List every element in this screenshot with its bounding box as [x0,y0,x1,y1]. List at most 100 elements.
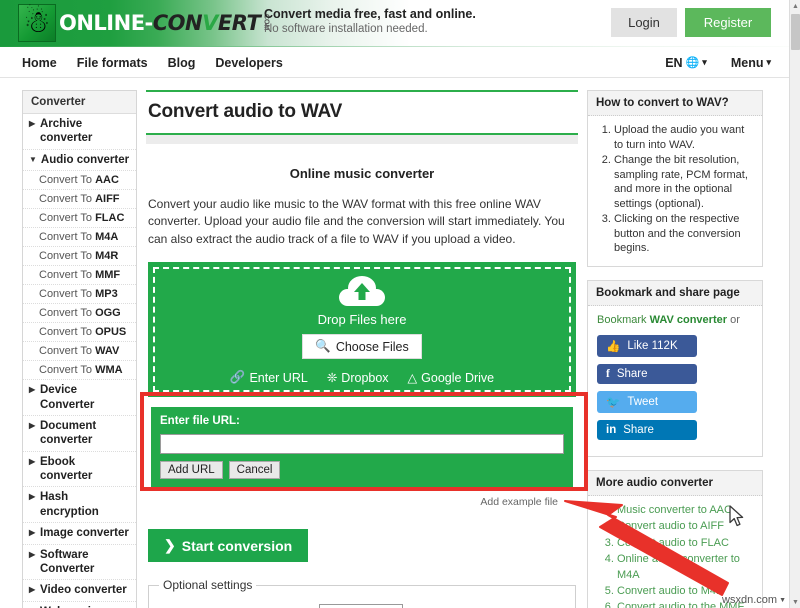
sidebar-item-image-converter[interactable]: ▶ Image converter [23,523,136,545]
chevron-right-icon: ▶ [29,420,36,430]
facebook-like-button[interactable]: 👍 Like 112K [597,334,697,357]
dropbox-link[interactable]: ❊ Dropbox [327,370,389,386]
page-scrollbar[interactable]: ▲ ▼ [789,0,800,608]
sidebar-subitem-aac[interactable]: Convert To AAC [23,171,136,191]
sidebar-item-label: Hash encryption [40,491,99,518]
sidebar-item-software-converter[interactable]: ▶ Software Converter [23,545,136,581]
facebook-icon: f [606,367,610,380]
main-column: Convert audio to WAV Online music conver… [146,90,578,608]
watermark: wsxdn.com ▼ [722,594,786,606]
scroll-up-arrow-icon[interactable]: ▲ [790,0,800,12]
subitem-prefix: Convert To [39,345,96,358]
tagline-primary: Convert media free, fast and online. [264,7,476,21]
sidebar-item-hash-encryption[interactable]: ▶ Hash encryption [23,487,136,524]
choose-files-label: Choose Files [335,339,409,354]
sidebar-item-webservice-converter[interactable]: ▶ Webservice converter [23,602,136,608]
sidebar-item-device-converter[interactable]: ▶ Device Converter [23,380,136,416]
sidebar-item-video-converter[interactable]: ▶ Video converter [23,580,136,602]
chevron-down-icon: ▼ [779,596,786,604]
sidebar-item-label: Image converter [40,527,129,540]
subitem-prefix: Convert To [39,231,96,244]
google-drive-link[interactable]: △ Google Drive [407,370,495,386]
chevron-right-icon: ▶ [29,456,36,466]
sidebar-subitem-wma[interactable]: Convert To WMA [23,361,136,381]
list-item[interactable]: Music converter to AAC [617,503,753,518]
list-item[interactable]: Online audio converter to M4A [617,552,753,583]
subitem-prefix: Convert To [39,326,96,339]
register-button[interactable]: Register [685,8,771,37]
sidebar-subitem-flac[interactable]: Convert To FLAC [23,209,136,229]
linkedin-icon: in [606,423,617,436]
bookmark-line: Bookmark WAV converter or [597,313,753,327]
cancel-button[interactable]: Cancel [228,461,281,480]
sidebar-subitem-wav[interactable]: Convert To WAV [23,342,136,362]
site-logo[interactable]: ☃ ONLINE- CON V ERT .COM [18,3,269,43]
choose-files-button[interactable]: 🔍 Choose Files [302,334,422,360]
scrollbar-thumb[interactable] [791,14,800,50]
howto-step: Clicking on the respective button and th… [614,212,753,256]
language-selector[interactable]: EN 🌐 ▾ [665,56,707,70]
linkedin-share-button[interactable]: in Share [597,419,697,440]
main-navigation: Home File formats Blog Developers EN 🌐 ▾… [0,47,789,78]
enter-url-form: Enter file URL: Add URL Cancel [148,404,576,492]
howto-body: Upload the audio you want to turn into W… [588,116,762,266]
language-label: EN [665,55,683,70]
sidebar-item-document-converter[interactable]: ▶ Document converter [23,416,136,452]
nav-item-file-formats[interactable]: File formats [77,56,148,70]
sidebar-subitem-mmf[interactable]: Convert To MMF [23,266,136,286]
sidebar-subitem-ogg[interactable]: Convert To OGG [23,304,136,324]
file-url-input[interactable] [160,434,564,455]
sidebar-subitem-opus[interactable]: Convert To OPUS [23,323,136,343]
list-item[interactable]: Convert audio to FLAC [617,536,753,551]
subitem-prefix: Convert To [39,212,96,225]
nav-item-home[interactable]: Home [22,56,57,70]
sidebar-subitem-mp3[interactable]: Convert To MP3 [23,285,136,305]
nav-item-developers[interactable]: Developers [215,56,282,70]
enter-url-link[interactable]: 🔗 Enter URL [230,370,308,385]
subitem-format: MP3 [95,288,118,301]
chevron-down-icon: ▾ [702,57,707,67]
login-button[interactable]: Login [611,8,677,37]
page-subtitle: Online music converter [289,166,435,181]
add-url-button[interactable]: Add URL [160,461,223,480]
person-icon: ☃ [23,6,51,39]
logo-text-v: V [202,11,218,35]
scroll-down-arrow-icon[interactable]: ▼ [790,596,800,608]
add-example-file-link[interactable]: Add example file [146,496,578,508]
subitem-format: M4R [95,250,119,263]
nav-item-blog[interactable]: Blog [168,56,196,70]
page-description: Convert your audio like music to the WAV… [148,197,565,246]
sidebar-item-audio-converter[interactable]: ▼ Audio converter [23,150,136,172]
bit-resolution-select[interactable]: no change ▼ [319,604,403,608]
sidebar-item-archive-converter[interactable]: ▶ Archive converter [23,114,136,150]
chevron-down-icon: ▾ [766,57,771,67]
subitem-format: OPUS [95,326,127,339]
chevron-right-icon: ▶ [29,385,36,395]
menu-button[interactable]: Menu ▾ [731,56,771,70]
subitem-prefix: Convert To [39,174,96,187]
subitem-prefix: Convert To [39,193,96,206]
menu-label: Menu [730,55,764,70]
chevron-right-icon: ▶ [29,119,36,128]
list-item[interactable]: Convert audio to AIFF [617,519,753,534]
start-conversion-button[interactable]: ❯ Start conversion [148,529,309,563]
howto-steps: Upload the audio you want to turn into W… [597,123,753,256]
bookmark-link[interactable]: WAV converter [650,314,727,326]
sidebar-subitem-aiff[interactable]: Convert To AIFF [23,190,136,210]
file-dropzone[interactable]: Drop Files here 🔍 Choose Files 🔗 Enter U… [148,262,576,398]
chevron-right-icon: ▶ [29,528,36,538]
linkedin-label: Share [623,423,654,436]
subitem-format: WMA [95,364,123,377]
optional-settings-legend: Optional settings [163,578,253,593]
facebook-share-button[interactable]: f Share [597,363,697,384]
google-drive-icon: △ [407,371,418,386]
sidebar-item-label: Device Converter [40,384,95,411]
sidebar-item-ebook-converter[interactable]: ▶ Ebook converter [23,452,136,488]
logo-wordmark: ONLINE- CON V ERT .COM [59,11,269,35]
chevron-right-icon: ▶ [29,585,36,595]
chevron-down-icon: ▼ [29,154,37,164]
twitter-tweet-button[interactable]: 🐦 Tweet [597,390,697,413]
sidebar-subitem-m4a[interactable]: Convert To M4A [23,228,136,248]
sidebar-subitem-m4r[interactable]: Convert To M4R [23,247,136,267]
dropzone-label: Drop Files here [317,312,407,328]
